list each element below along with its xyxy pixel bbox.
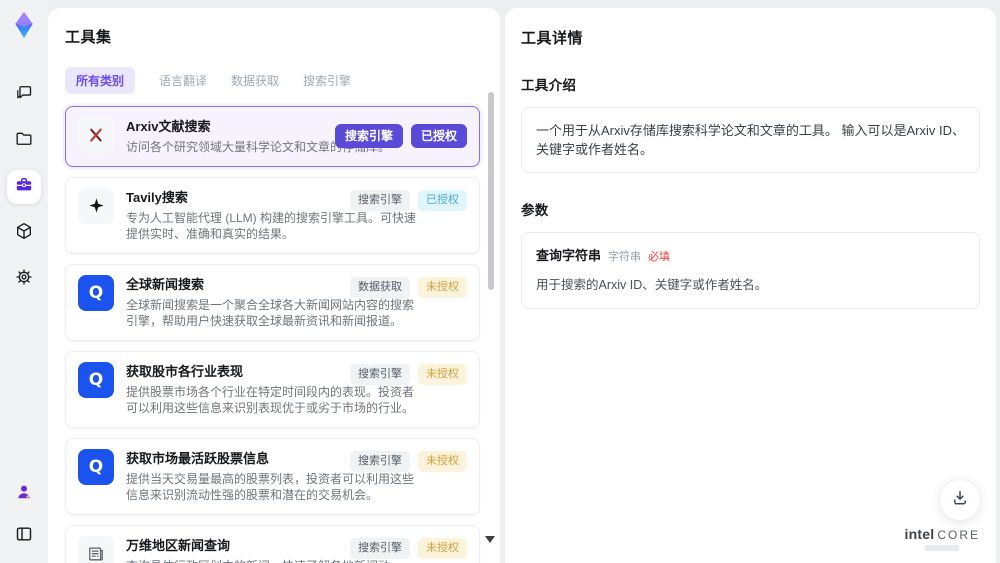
tool-card[interactable]: Q 全球新闻搜索 全球新闻搜索是一个聚合全球各大新闻网站内容的搜索引擎，帮助用户…: [65, 263, 480, 341]
auth-status-badge: 未授权: [418, 450, 467, 472]
settings-icon: [14, 267, 34, 292]
tool-desc: 专为人工智能代理 (LLM) 构建的搜索引擎工具。可快速提供实时、准确和真实的结…: [126, 210, 417, 242]
tool-list: Arxiv文献搜索 访问各个研究领域大量科学论文和文章的存储库。 搜索引擎 已授…: [65, 106, 480, 563]
sidebar-bottom: [7, 477, 41, 553]
tab-1[interactable]: 语言翻译: [159, 67, 207, 94]
chat-icon: [14, 83, 34, 108]
category-badge: 搜索引擎: [350, 189, 410, 211]
newspaper-icon: [78, 535, 114, 563]
download-icon: [950, 488, 970, 513]
detail-title: 工具详情: [521, 30, 584, 47]
tab-3[interactable]: 搜索引擎: [303, 67, 351, 94]
user-profile-button[interactable]: [7, 477, 41, 511]
tool-desc: 提供股票市场各个行业在特定时间段内的表现。投资者可以利用这些信息来识别表现优于或…: [126, 384, 415, 416]
sidebar-item-files[interactable]: [7, 124, 41, 158]
params-heading: 参数: [521, 203, 549, 218]
tavily-logo: [78, 187, 114, 224]
brand-intel-text: intel: [904, 526, 935, 542]
folder-icon: [14, 129, 34, 154]
category-badge: 搜索引擎: [334, 124, 403, 149]
tool-badges: 搜索引擎 已授权: [334, 124, 467, 149]
user-avatar-icon: [14, 482, 34, 507]
tool-card[interactable]: Tavily搜索 专为人工智能代理 (LLM) 构建的搜索引擎工具。可快速提供实…: [65, 176, 480, 254]
param-name: 查询字符串: [536, 248, 602, 263]
intro-box: 一个用于从Arxiv存储库搜索科学论文和文章的工具。 输入可以是Arxiv ID…: [521, 107, 980, 173]
tab-0[interactable]: 所有类别: [65, 67, 136, 94]
sidebar-item-models[interactable]: [7, 216, 41, 250]
news-search-logo: Q: [78, 361, 114, 398]
tool-badges: 搜索引擎 未授权: [350, 537, 467, 559]
auth-status-badge: 未授权: [418, 276, 467, 298]
download-button[interactable]: [939, 479, 981, 521]
toolbox-icon: [14, 175, 34, 200]
param-header: 查询字符串 字符串 必填: [536, 246, 965, 267]
news-search-logo: Q: [78, 448, 114, 485]
tool-badges: 搜索引擎 未授权: [350, 363, 467, 385]
auth-status-badge: 未授权: [418, 537, 467, 559]
sidebar-nav: [7, 78, 41, 296]
news-search-logo: Q: [78, 274, 114, 311]
category-tabs: 所有类别 语言翻译 数据获取 搜索引擎: [65, 67, 480, 94]
tool-badges: 数据获取 未授权: [350, 276, 467, 298]
param-type: 字符串: [608, 251, 642, 263]
param-required-badge: 必填: [648, 251, 671, 263]
panel-toggle-icon: [14, 524, 34, 549]
tool-card[interactable]: 万维地区新闻查询 查询具体行政区划内的新闻，快速了解各地新闻动 搜索引擎 未授权: [65, 524, 480, 563]
tool-detail-panel: 工具详情 工具介绍 一个用于从Arxiv存储库搜索科学论文和文章的工具。 输入可…: [505, 8, 996, 563]
intro-heading: 工具介绍: [521, 78, 577, 93]
app-window: 工具集 所有类别 语言翻译 数据获取 搜索引擎 Arxiv文献搜索 访问各个研究领域大…: [0, 0, 1000, 563]
tool-card[interactable]: Arxiv文献搜索 访问各个研究领域大量科学论文和文章的存储库。 搜索引擎 已授…: [65, 106, 480, 167]
auth-status-badge: 已授权: [410, 124, 467, 149]
scroll-down-icon[interactable]: [485, 536, 495, 543]
param-desc: 用于搜索的Arxiv ID、关键字或作者姓名。: [536, 278, 768, 292]
collapse-panel-button[interactable]: [7, 519, 41, 553]
param-box: 查询字符串 字符串 必填 用于搜索的Arxiv ID、关键字或作者姓名。: [521, 232, 980, 309]
category-badge: 搜索引擎: [350, 537, 410, 559]
cube-icon: [14, 221, 34, 246]
sidebar-item-chat[interactable]: [7, 78, 41, 112]
list-scrollbar[interactable]: [485, 86, 495, 555]
tool-list-panel: 工具集 所有类别 语言翻译 数据获取 搜索引擎 Arxiv文献搜索 访问各个研究领域大…: [48, 8, 500, 563]
intro-text: 一个用于从Arxiv存储库搜索科学论文和文章的工具。 输入可以是Arxiv ID…: [536, 123, 966, 157]
arxiv-logo: [78, 117, 114, 153]
app-logo-icon[interactable]: [7, 8, 41, 42]
scrollbar-thumb[interactable]: [488, 92, 494, 290]
tool-desc: 提供当天交易量最高的股票列表，投资者可以利用这些信息来识别流动性强的股票和潜在的…: [126, 471, 415, 503]
brand-core-text: CORE: [937, 528, 980, 542]
category-badge: 数据获取: [350, 276, 410, 298]
tool-card[interactable]: Q 获取市场最活跃股票信息 提供当天交易量最高的股票列表，投资者可以利用这些信息…: [65, 437, 480, 515]
page-title: 工具集: [65, 29, 112, 46]
intel-core-logo: intel CORE: [905, 526, 980, 551]
tool-badges: 搜索引擎 未授权: [350, 450, 467, 472]
sidebar-item-settings[interactable]: [7, 262, 41, 296]
tool-card[interactable]: Q 获取股市各行业表现 提供股票市场各个行业在特定时间段内的表现。投资者可以利用…: [65, 350, 480, 428]
auth-status-badge: 已授权: [418, 189, 467, 211]
brand-sub-badge: [925, 545, 960, 551]
tool-badges: 搜索引擎 已授权: [350, 189, 467, 211]
tool-desc: 全球新闻搜索是一个聚合全球各大新闻网站内容的搜索引擎，帮助用户快速获取全球最新资…: [126, 297, 415, 329]
sidebar-item-tools[interactable]: [7, 170, 41, 204]
category-badge: 搜索引擎: [350, 450, 410, 472]
sidebar: [0, 0, 48, 563]
tab-2[interactable]: 数据获取: [231, 67, 279, 94]
auth-status-badge: 未授权: [418, 363, 467, 385]
category-badge: 搜索引擎: [350, 363, 410, 385]
